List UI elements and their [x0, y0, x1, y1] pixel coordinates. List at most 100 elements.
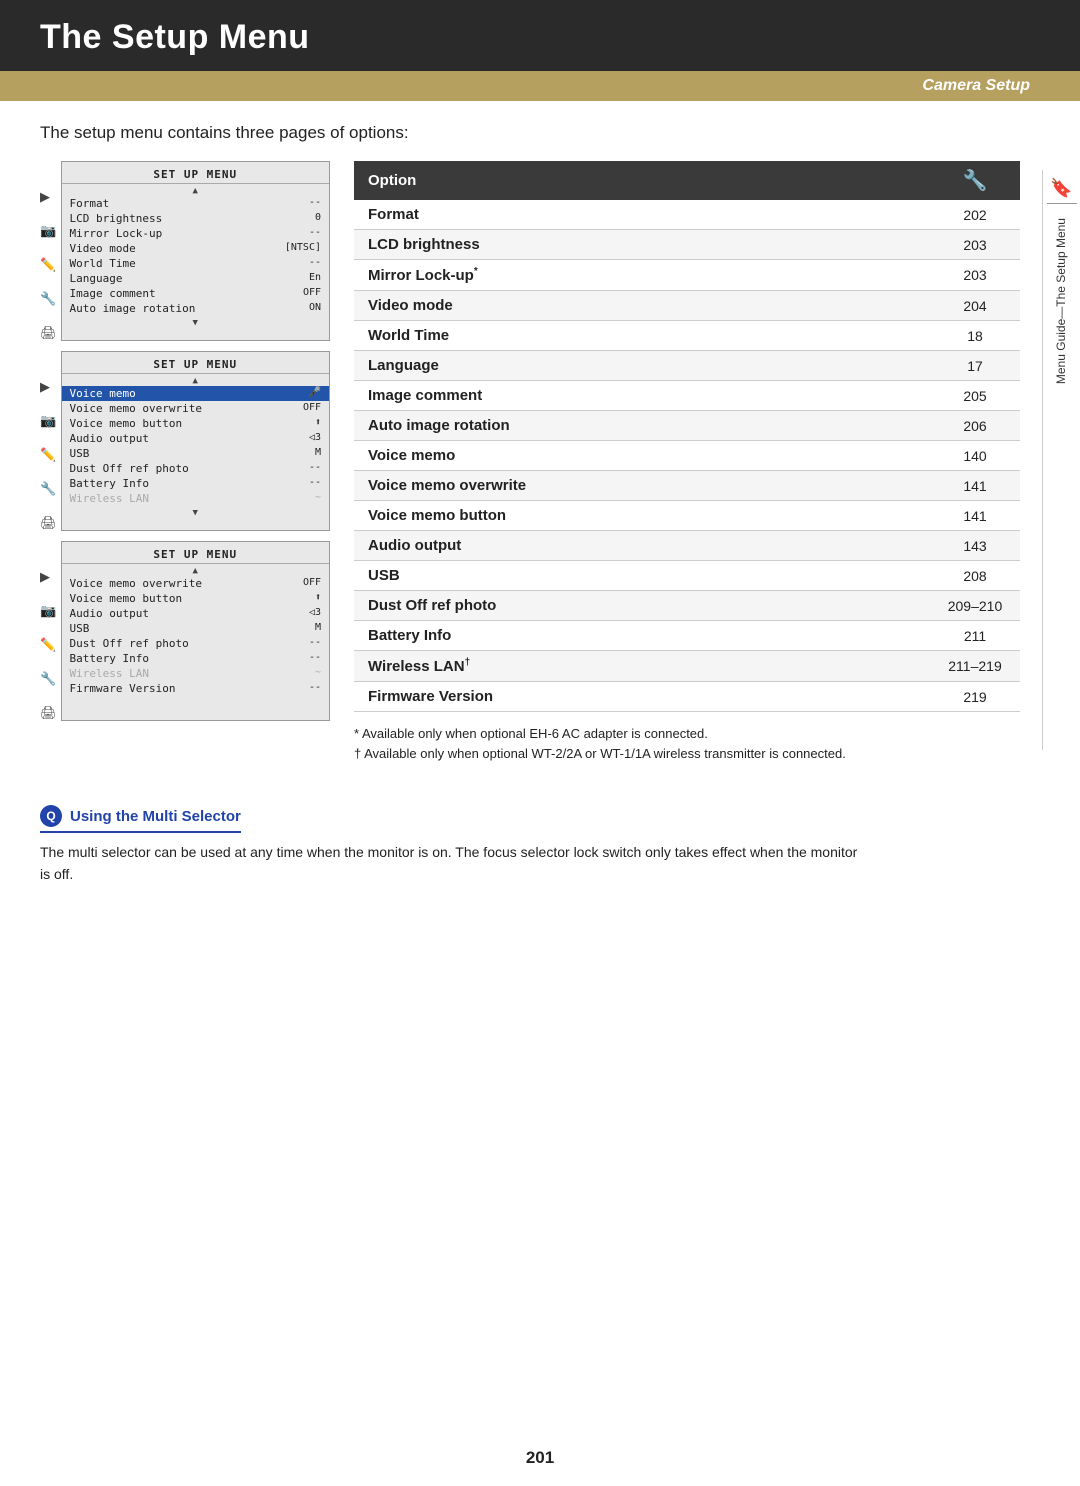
subtitle: Camera Setup [922, 77, 1030, 94]
menu-1-item-video: Video mode[NTSC] [62, 241, 329, 256]
option-cell: World Time [354, 321, 930, 351]
pencil-icon-3: ✏️ [40, 637, 57, 653]
table-row: Video mode204 [354, 291, 1020, 321]
menu-2-item-audio: Audio output◁3 [62, 431, 329, 446]
option-cell: Dust Off ref photo [354, 591, 930, 621]
option-cell: USB [354, 561, 930, 591]
table-row: Mirror Lock-up*203 [354, 260, 1020, 291]
play-icon-2: ▶ [40, 379, 57, 395]
menu-2-item-overwrite: Voice memo overwriteOFF [62, 401, 329, 416]
footnotes: * Available only when optional EH-6 AC a… [354, 724, 1020, 763]
page-cell: 208 [930, 561, 1020, 591]
page-cell: 17 [930, 351, 1020, 381]
menu-1-container: ▶ 📷 ✏️ 🔧 🖨 SET UP MENU ▲ Format-- LCD br… [40, 161, 330, 341]
page-header: The Setup Menu [0, 0, 1080, 71]
page-cell: 18 [930, 321, 1020, 351]
pencil-icon: ✏️ [40, 257, 57, 273]
page-cell: 203 [930, 260, 1020, 291]
table-row: Voice memo140 [354, 441, 1020, 471]
table-row: Audio output143 [354, 531, 1020, 561]
footnote-1: * Available only when optional EH-6 AC a… [354, 724, 1020, 744]
menu-3-container: ▶ 📷 ✏️ 🔧 🖨 SET UP MENU ▲ Voice memo over… [40, 541, 330, 721]
option-cell: Voice memo button [354, 501, 930, 531]
menu-screenshot-2: SET UP MENU ▲ Voice memo🎤 Voice memo ove… [61, 351, 330, 531]
page-cell: 211–219 [930, 651, 1020, 682]
menu-1-item-rotation: Auto image rotationON [62, 301, 329, 316]
menu-1-item-world: World Time-- [62, 256, 329, 271]
table-row: Wireless LAN†211–219 [354, 651, 1020, 682]
table-row: Image comment205 [354, 381, 1020, 411]
pencil-icon-2: ✏️ [40, 447, 57, 463]
page-cell: 203 [930, 230, 1020, 260]
option-cell: Auto image rotation [354, 411, 930, 441]
menu-2-container: ▶ 📷 ✏️ 🔧 🖨 SET UP MENU ▲ Voice memo🎤 Voi… [40, 351, 330, 531]
menu-3-item-usb: USBM [62, 621, 329, 636]
page-cell: 141 [930, 501, 1020, 531]
options-table: Option 🔧 Format202LCD brightness203Mirro… [354, 161, 1020, 712]
menu-2-item-battery: Battery Info-- [62, 476, 329, 491]
page-cell: 204 [930, 291, 1020, 321]
bottom-section: Q Using the Multi Selector The multi sel… [0, 785, 1080, 896]
menu-2-item-dust: Dust Off ref photo-- [62, 461, 329, 476]
option-cell: Image comment [354, 381, 930, 411]
menu-1-icons: ▶ 📷 ✏️ 🔧 🖨 [40, 161, 57, 341]
multi-selector-icon: Q [40, 805, 62, 827]
menu-3-item-overwrite: Voice memo overwriteOFF [62, 576, 329, 591]
table-row: Battery Info211 [354, 621, 1020, 651]
menu-1-item-comment: Image commentOFF [62, 286, 329, 301]
menu-3-item-wireless: Wireless LAN~ [62, 666, 329, 681]
page-title: The Setup Menu [40, 18, 310, 57]
wrench-icon-2: 🔧 [40, 481, 57, 497]
page-cell: 219 [930, 682, 1020, 712]
footnote-2: † Available only when optional WT-2/2A o… [354, 744, 1020, 764]
main-content: The setup menu contains three pages of o… [0, 101, 1080, 785]
menu-2-item-button: Voice memo button⬆ [62, 416, 329, 431]
table-row: Voice memo button141 [354, 501, 1020, 531]
menu-1-item-lang: LanguageEn [62, 271, 329, 286]
menu-2-arrow-down: ▼ [62, 508, 329, 518]
page-cell: 141 [930, 471, 1020, 501]
table-row: Format202 [354, 200, 1020, 230]
menu-2-arrow-up: ▲ [62, 376, 329, 386]
table-row: Firmware Version219 [354, 682, 1020, 712]
option-cell: Audio output [354, 531, 930, 561]
menu-3-item-dust: Dust Off ref photo-- [62, 636, 329, 651]
option-cell: Wireless LAN† [354, 651, 930, 682]
menu-1-item-mirror: Mirror Lock-up-- [62, 226, 329, 241]
page-cell: 211 [930, 621, 1020, 651]
option-cell: Voice memo [354, 441, 930, 471]
menu-1-item-lcd: LCD brightness0 [62, 211, 329, 226]
menu-1-arrow-down: ▼ [62, 318, 329, 328]
menu-screenshot-1: SET UP MENU ▲ Format-- LCD brightness0 M… [61, 161, 330, 341]
option-cell: Format [354, 200, 930, 230]
option-cell: Battery Info [354, 621, 930, 651]
table-row: Dust Off ref photo209–210 [354, 591, 1020, 621]
page-cell: 209–210 [930, 591, 1020, 621]
menu-3-item-button: Voice memo button⬆ [62, 591, 329, 606]
menu-3-item-firmware: Firmware Version-- [62, 681, 329, 696]
col-page-header: 🔧 [930, 161, 1020, 200]
menu-1-arrow-up: ▲ [62, 186, 329, 196]
menu-2-item-usb: USBM [62, 446, 329, 461]
option-cell: Mirror Lock-up* [354, 260, 930, 291]
option-cell: Video mode [354, 291, 930, 321]
wrench-icon-3: 🔧 [40, 671, 57, 687]
menu-2-item-wireless: Wireless LAN~ [62, 491, 329, 506]
wrench-icon: 🔧 [40, 291, 57, 307]
table-row: World Time18 [354, 321, 1020, 351]
camera-icon: 📷 [40, 223, 57, 239]
menu-2-item-voicememo: Voice memo🎤 [62, 386, 329, 401]
printer-icon-2: 🖨 [40, 515, 57, 531]
play-icon: ▶ [40, 189, 57, 205]
option-cell: Voice memo overwrite [354, 471, 930, 501]
printer-icon-3: 🖨 [40, 705, 57, 721]
table-row: USB208 [354, 561, 1020, 591]
page-cell: 206 [930, 411, 1020, 441]
camera-icon-3: 📷 [40, 603, 57, 619]
multi-selector-label: Using the Multi Selector [70, 808, 241, 825]
table-row: Voice memo overwrite141 [354, 471, 1020, 501]
menu-2-icons: ▶ 📷 ✏️ 🔧 🖨 [40, 351, 57, 531]
menu-screenshot-3: SET UP MENU ▲ Voice memo overwriteOFF Vo… [61, 541, 330, 721]
menu-1-item-format: Format-- [62, 196, 329, 211]
page-cell: 140 [930, 441, 1020, 471]
